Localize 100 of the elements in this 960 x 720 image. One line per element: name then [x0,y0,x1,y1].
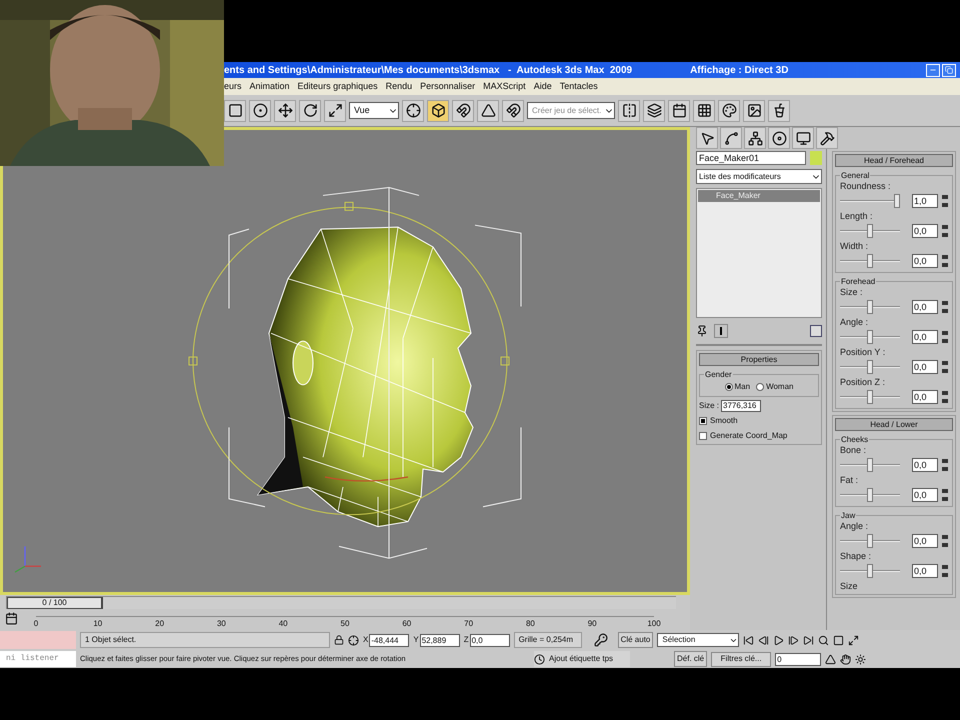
track-bar[interactable]: 0 10 20 30 40 50 60 70 80 90 100 [0,610,690,630]
spinner-icon[interactable] [942,361,948,373]
size-field[interactable]: 3776,316 [721,400,762,412]
cursor-icon[interactable] [696,127,718,149]
frame-field[interactable]: 0 [775,652,822,666]
value-field[interactable]: 0,0 [912,360,938,374]
slider-thumb[interactable] [867,458,873,472]
window-crossing-icon[interactable] [249,100,271,122]
menu-item[interactable]: MAXScript [483,80,526,94]
box-icon[interactable] [427,100,449,122]
menu-item[interactable]: Personnaliser [420,80,476,94]
key-mode-dropdown[interactable]: Sélection [657,633,740,647]
time-slider[interactable]: 0 / 100 [6,596,676,609]
rotate-icon[interactable] [299,100,321,122]
rollout-header[interactable]: Properties [699,353,819,366]
maxscript-field[interactable] [0,631,76,649]
option-checkbox[interactable]: Smooth [699,415,819,427]
value-field[interactable]: 0,0 [912,458,938,472]
slider[interactable] [840,194,900,208]
key-filters-button[interactable]: Filtres clé... [711,652,772,666]
menu-item[interactable]: Tentacles [560,80,598,94]
spinner-icon[interactable] [942,301,948,313]
angle-snap-icon[interactable] [477,100,499,122]
render-setup-icon[interactable] [743,100,765,122]
value-field[interactable]: 1,0 [912,194,938,208]
menu-item[interactable]: Aide [534,80,552,94]
slider-thumb[interactable] [867,330,873,344]
move-icon[interactable] [274,100,296,122]
coordinate-field[interactable]: -48,444 [369,634,410,646]
cup-icon[interactable] [768,100,790,122]
slider[interactable] [840,534,900,548]
curve-icon[interactable] [720,127,742,149]
slider[interactable] [840,458,900,472]
object-name-field[interactable]: Face_Maker01 [696,151,806,165]
modifier-list-dropdown[interactable]: Liste des modificateurs [696,169,822,184]
minimize-button[interactable] [926,64,940,76]
gender-radio[interactable]: Man [724,381,750,393]
slider[interactable] [840,300,900,314]
slider-thumb[interactable] [867,360,873,374]
set-key-button[interactable]: Déf. clé [674,651,708,667]
select-region-icon[interactable] [224,100,246,122]
value-field[interactable]: 0,0 [912,330,938,344]
menu-item[interactable]: Rendu [386,80,412,94]
slider-thumb[interactable] [894,194,900,208]
menu-item[interactable]: Animation [250,80,290,94]
slider[interactable] [840,360,900,374]
menu-item[interactable]: Editeurs graphiques [298,80,378,94]
value-field[interactable]: 0,0 [912,300,938,314]
slider-thumb[interactable] [867,534,873,548]
slider-thumb[interactable] [867,564,873,578]
rollout-header[interactable]: Head / Forehead [835,154,953,167]
schematic-icon[interactable] [693,100,715,122]
slider-thumb[interactable]: 0 / 100 [7,597,103,609]
add-time-tag-button[interactable]: Ajout étiquette tps [534,651,630,667]
rollout-header[interactable]: Head / Lower [835,418,953,431]
slider[interactable] [840,488,900,502]
curve-editor-icon[interactable] [668,100,690,122]
value-field[interactable]: 0,0 [912,488,938,502]
hammer-icon[interactable] [816,127,838,149]
option-checkbox[interactable]: Generate Coord_Map [699,430,819,442]
slider[interactable] [840,390,900,404]
value-field[interactable]: 0,0 [912,390,938,404]
spinner-icon[interactable] [942,255,948,267]
spinner-icon[interactable] [942,225,948,237]
viewport[interactable] [3,130,687,592]
hierarchy-icon[interactable] [744,127,766,149]
layers-icon[interactable] [643,100,665,122]
material-icon[interactable] [718,100,740,122]
auto-key-button[interactable]: Clé auto [618,632,654,648]
gizmo-circle[interactable] [188,202,510,516]
slider[interactable] [840,564,900,578]
mirror-icon[interactable] [618,100,640,122]
slider-thumb[interactable] [867,254,873,268]
coordinate-field[interactable]: 0,0 [470,634,510,646]
slider[interactable] [840,330,900,344]
spinner-icon[interactable] [942,489,948,501]
selection-set-field[interactable]: Créer jeu de sélect. [527,102,615,119]
object-color-swatch[interactable] [810,151,822,165]
restore-button[interactable] [942,64,956,76]
spinner-icon[interactable] [942,391,948,403]
value-field[interactable]: 0,0 [912,564,938,578]
monitor-icon[interactable] [792,127,814,149]
slider-thumb[interactable] [867,224,873,238]
snap-icon[interactable] [452,100,474,122]
slider[interactable] [840,224,900,238]
coordinate-dropdown[interactable]: Vue [349,102,399,119]
pivot-icon[interactable] [402,100,424,122]
spinner-icon[interactable] [942,535,948,547]
scale-icon[interactable] [324,100,346,122]
menu-item[interactable]: eurs [224,80,242,94]
value-field[interactable]: 0,0 [912,224,938,238]
slider-thumb[interactable] [867,390,873,404]
value-field[interactable]: 0,0 [912,534,938,548]
slider-thumb[interactable] [867,300,873,314]
spinner-icon[interactable] [942,331,948,343]
gender-radio[interactable]: Woman [756,381,794,393]
coordinate-field[interactable]: 52,889 [420,634,460,646]
value-field[interactable]: 0,0 [912,254,938,268]
spinner-icon[interactable] [942,195,948,207]
slider-thumb[interactable] [867,488,873,502]
